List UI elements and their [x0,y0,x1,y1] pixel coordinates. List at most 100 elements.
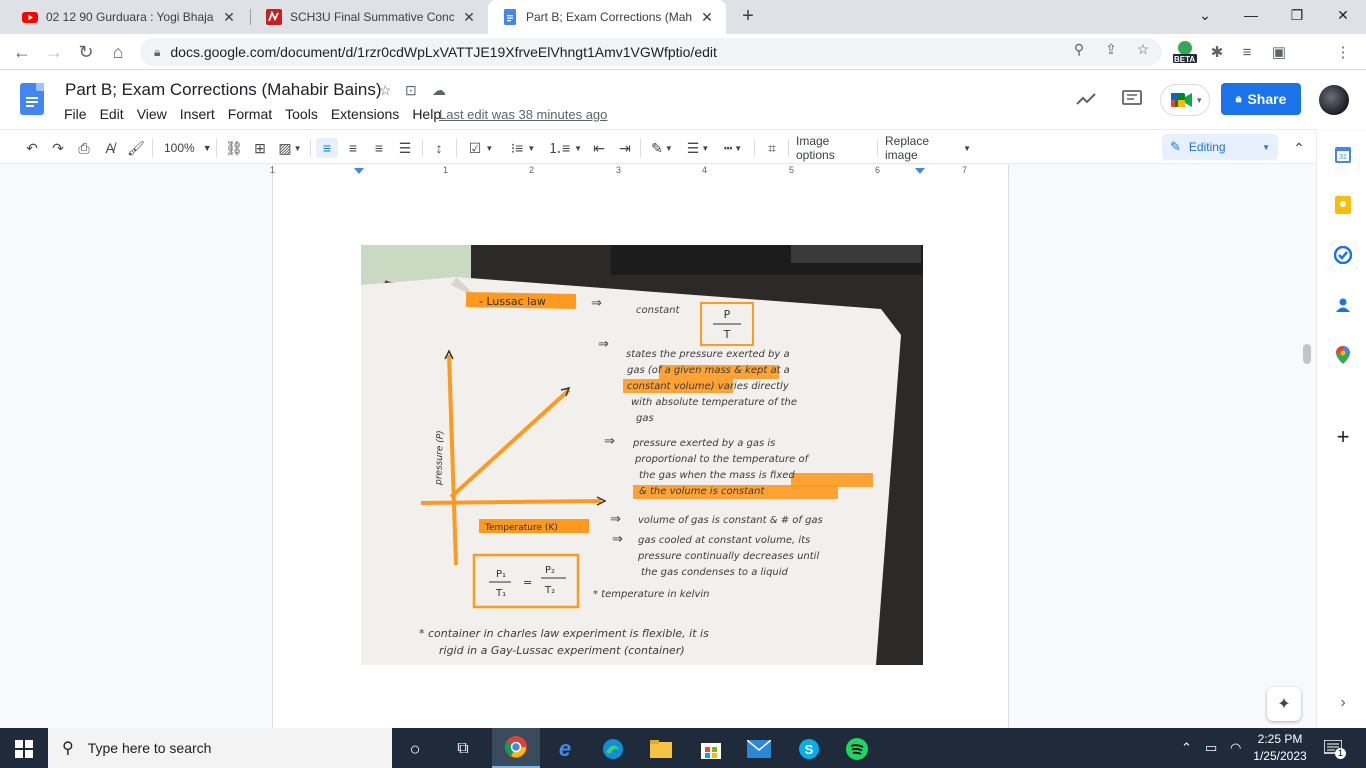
system-clock[interactable]: 2:25 PM 1/25/2023 [1252,731,1308,765]
spellcheck-icon[interactable]: A̸ [100,138,120,158]
zoom-lens-icon[interactable]: ⚲ [1070,40,1088,58]
forward-icon[interactable]: → [42,40,66,64]
show-hidden-icons[interactable]: ⌃ [1181,728,1192,768]
menu-file[interactable]: File [64,106,93,122]
address-bar[interactable]: 🔒︎ docs.google.com/document/d/1rzr0cdWpL… [140,38,1162,66]
cloud-saved-icon[interactable]: ☁︎ [432,82,446,99]
microsoft-store-icon[interactable] [698,736,724,762]
activity-trend-icon[interactable] [1074,87,1098,111]
edge-icon[interactable] [600,736,626,762]
file-explorer-icon[interactable] [648,736,674,762]
internet-explorer-icon[interactable]: e [552,736,578,762]
new-tab-button[interactable]: + [736,6,760,28]
move-folder-icon[interactable]: ⊡ [405,82,417,99]
menu-format[interactable]: Format [228,106,278,122]
keep-icon[interactable] [1332,194,1354,216]
close-tab-icon[interactable]: ✕ [698,8,716,26]
border-color-icon[interactable]: ✎ ▼ [648,138,676,158]
print-icon[interactable]: ⎙ [74,138,94,158]
crop-icon[interactable]: ⌗ [762,138,782,158]
chevron-right-icon[interactable]: › [1332,692,1354,714]
meet-button[interactable]: ▾ [1160,84,1210,116]
align-center-icon[interactable]: ≡ [342,138,364,158]
taskbar-search-box[interactable]: ⚲ Type here to search [48,728,392,768]
account-avatar[interactable] [1319,85,1349,115]
chrome-menu-icon[interactable]: ⋮ [1332,41,1354,63]
wifi-icon[interactable]: ◠ [1230,728,1241,768]
battery-icon[interactable]: ▭ [1205,728,1217,768]
explore-button[interactable]: ✦ [1267,687,1301,721]
border-weight-icon[interactable]: ☰ ▼ [684,138,712,158]
document-title[interactable]: Part B; Exam Corrections (Mahabir Bains) [65,80,382,100]
last-edit-link[interactable]: Last edit was 38 minutes ago [439,107,607,122]
border-dash-icon[interactable]: ┅ ▼ [718,138,748,158]
search-icon: ⚲ [62,740,74,757]
contacts-icon[interactable] [1332,294,1354,316]
menu-edit[interactable]: Edit [100,106,130,122]
insert-link-icon[interactable]: ⛓︎ [224,138,244,158]
close-tab-icon[interactable]: ✕ [460,8,478,26]
paint-format-icon[interactable]: 🖌︎ [126,138,146,158]
extensions-puzzle-icon[interactable]: ✱ [1206,41,1228,63]
task-view-icon[interactable]: ⧉ [450,736,476,762]
zoom-select[interactable]: 100% ▼ [164,138,212,158]
align-right-icon[interactable]: ≡ [368,138,390,158]
menu-tools[interactable]: Tools [285,106,324,122]
minimize-button[interactable]: — [1228,0,1274,30]
replace-image-button[interactable]: Replace image ▼ [885,134,971,162]
calendar-icon[interactable]: 31 [1332,144,1354,166]
spotify-icon[interactable] [844,736,870,762]
add-addon-icon[interactable]: + [1332,424,1354,449]
maps-icon[interactable] [1332,344,1354,366]
google-docs-logo-icon[interactable] [20,83,44,115]
comments-icon[interactable] [1120,87,1144,111]
tab-part-b[interactable]: Part B; Exam Corrections (Mahabi ✕ [488,0,726,34]
insert-image-icon[interactable]: ▨ ▼ [276,138,304,158]
undo-icon[interactable]: ↶ [22,138,42,158]
tasks-icon[interactable] [1332,244,1354,266]
share-button[interactable]: 🔒︎ Share [1221,83,1301,115]
star-icon[interactable]: ☆ [379,82,392,99]
left-indent-marker[interactable] [354,168,364,174]
back-icon[interactable]: ← [10,40,34,64]
windows-taskbar: ⚲ Type here to search ○ ⧉ e S ⌃ ▭ ◠ 2:25… [0,728,1366,768]
editing-mode-select[interactable]: ✎ Editing ▼ [1162,134,1278,160]
checklist-icon[interactable]: ☑ ▼ [464,138,498,158]
home-icon[interactable]: ⌂ [106,40,130,64]
bookmark-star-icon[interactable]: ☆ [1134,40,1152,58]
redo-icon[interactable]: ↷ [48,138,68,158]
close-tab-icon[interactable]: ✕ [220,8,238,26]
notification-center-icon[interactable]: 1 [1324,728,1347,768]
tab-summative[interactable]: SCH3U Final Summative Concept ✕ [252,0,488,34]
beta-extension-icon[interactable]: BETA [1172,41,1198,64]
tab-search-icon[interactable]: ⌄ [1182,0,1228,30]
bulleted-list-icon[interactable]: ⁝≡ ▼ [506,138,540,158]
reading-list-icon[interactable]: ≡ [1236,41,1258,63]
align-left-icon[interactable]: ≡ [316,138,338,158]
image-options-button[interactable]: Image options [796,134,870,162]
close-window-button[interactable]: ✕ [1320,0,1366,30]
menu-view[interactable]: View [137,106,173,122]
windows-start-icon[interactable] [11,736,37,762]
collapse-menus-icon[interactable]: ⌃ [1290,138,1308,158]
vertical-scrollbar-thumb[interactable] [1303,344,1311,364]
mail-icon[interactable] [746,736,772,762]
maximize-button[interactable]: ❐ [1274,0,1320,30]
add-comment-icon[interactable]: ⊞ [250,138,270,158]
tab-youtube[interactable]: 02 12 90 Gurduara : Yogi Bhajan | ✕ [8,0,248,34]
skype-icon[interactable]: S [796,736,822,762]
cortana-icon[interactable]: ○ [402,736,428,762]
align-justify-icon[interactable]: ☰ [394,138,416,158]
line-spacing-icon[interactable]: ↕ [428,138,450,158]
decrease-indent-icon[interactable]: ⇤ [588,138,610,158]
share-page-icon[interactable]: ⇪ [1102,40,1120,58]
chrome-taskbar-icon[interactable] [492,728,540,768]
increase-indent-icon[interactable]: ⇥ [614,138,636,158]
embedded-notes-image[interactable]: - Lussac law ⇒ constant P T pressure (P)… [361,245,923,665]
reload-icon[interactable]: ↻ [74,40,98,64]
numbered-list-icon[interactable]: ⒈≡ ▼ [548,138,582,158]
right-indent-marker[interactable] [915,168,925,174]
menu-insert[interactable]: Insert [180,106,221,122]
side-panel-icon[interactable]: ▣ [1268,41,1290,63]
menu-extensions[interactable]: Extensions [331,106,405,122]
